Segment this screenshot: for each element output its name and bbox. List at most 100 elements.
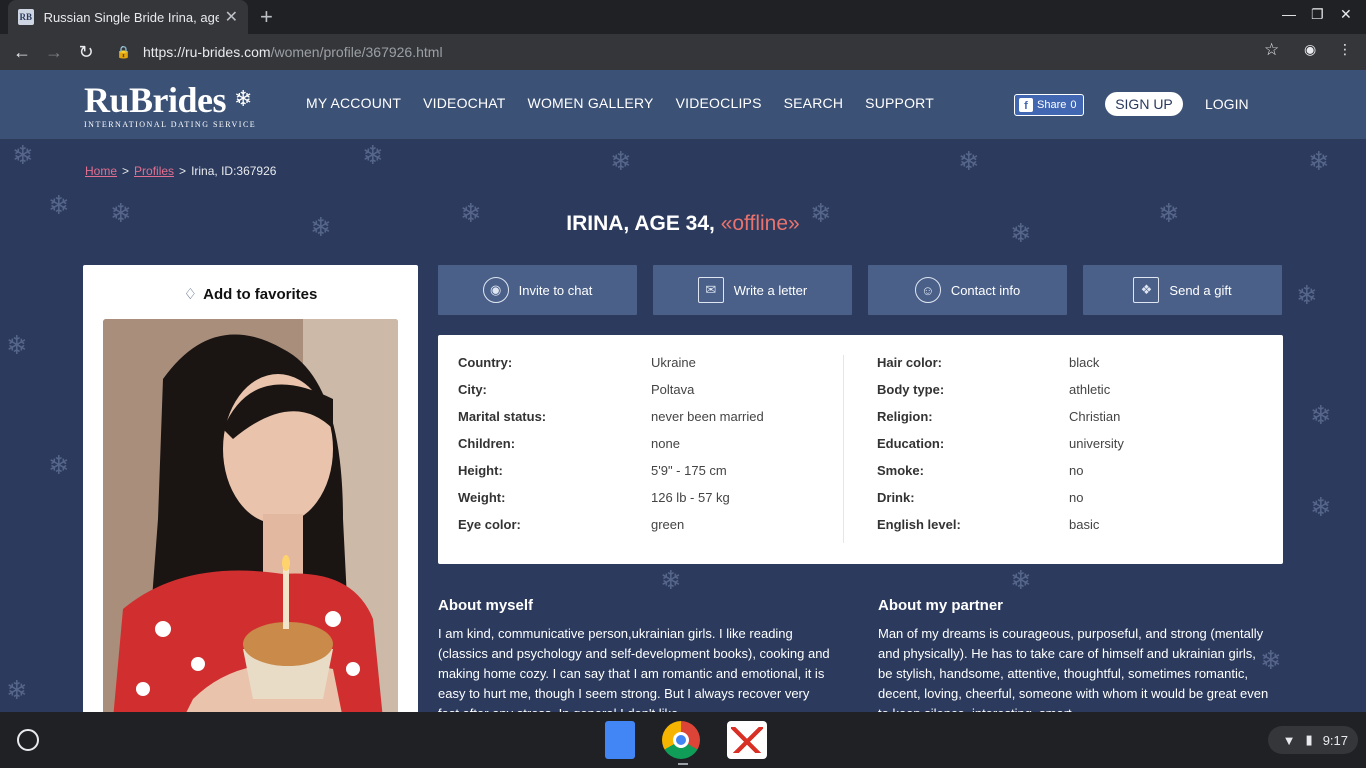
about-myself-text: I am kind, communicative person,ukrainia… (438, 626, 830, 712)
detail-row: Hair color: black (877, 355, 1100, 370)
detail-row: Children: none (458, 436, 680, 451)
chrome-icon[interactable] (662, 721, 700, 759)
snowflake-icon: ❄ (1308, 146, 1330, 176)
profile-photo[interactable] (103, 319, 398, 712)
snowflake-icon: ❄ (1310, 400, 1332, 430)
facebook-share-button[interactable]: f Share 0 (1014, 94, 1084, 116)
about-partner-text: Man of my dreams is courageous, purposef… (878, 626, 1269, 712)
minimize-icon[interactable]: — (1282, 6, 1296, 22)
details-column-right: Hair color: black Body type: athletic Reli… (877, 355, 1124, 544)
detail-row: City: Poltava (458, 382, 695, 397)
nav-videochat[interactable]: VIDEOCHAT (423, 95, 505, 111)
facebook-icon: f (1019, 98, 1033, 112)
browser-tab[interactable]: RB Russian Single Bride Irina, age 34 ✕ (8, 0, 248, 34)
clock: 9:17 (1322, 732, 1348, 748)
detail-row: Religion: Christian (877, 409, 1121, 424)
nav-search[interactable]: SEARCH (784, 95, 844, 111)
browser-tabbar: RB Russian Single Bride Irina, age 34 ✕ … (0, 0, 1366, 34)
breadcrumb-current: Irina, ID:367926 (191, 164, 277, 178)
gmail-icon[interactable] (727, 721, 767, 759)
invite-to-chat-button[interactable]: ◉ Invite to chat (438, 265, 637, 315)
snowflake-icon: ❄ (660, 565, 682, 595)
gift-icon: ❖ (1133, 277, 1160, 303)
details-column-left: Country: Ukraine City: Poltava Marital sta… (458, 355, 764, 544)
snowflake-icon: ❄ (48, 450, 70, 480)
detail-row: Marital status: never been married (458, 409, 764, 424)
snowflake-icon: ❄ (610, 146, 632, 176)
lock-icon: 🔒 (116, 45, 131, 59)
about-partner-heading: About my partner (878, 597, 1004, 614)
snowflake-icon: ❄ (6, 330, 28, 360)
site-header: RuBrides INTERNATIONAL DATING SERVICE ❄ … (0, 70, 1366, 140)
site-favicon-icon: RB (18, 9, 34, 25)
envelope-heart-icon: ✉ (697, 277, 724, 303)
reload-icon[interactable]: ↻ (70, 42, 102, 63)
browser-toolbar: ← → ↻ 🔒 https://ru-brides.com/women/prof… (0, 34, 1366, 70)
detail-row: Eye color: green (458, 517, 685, 532)
snowflake-icon: ❄ (1310, 492, 1332, 522)
menu-icon[interactable]: ⋮ (1338, 41, 1352, 58)
os-taskbar: ▼ ▮ 9:17 (0, 712, 1366, 768)
detail-row: Country: Ukraine (458, 355, 696, 370)
detail-row: Body type: athletic (877, 382, 1111, 397)
breadcrumb-home[interactable]: Home (85, 164, 117, 178)
google-docs-icon[interactable] (605, 721, 635, 759)
profile-title: IRINA, AGE 34, «offline» (566, 212, 800, 235)
nav-women-gallery[interactable]: WOMEN GALLERY (528, 95, 654, 111)
contact-icon: ☺ (914, 277, 941, 303)
url-text: https://ru-brides.com/women/profile/3679… (142, 44, 443, 60)
details-divider (843, 355, 844, 543)
breadcrumb-profiles[interactable]: Profiles (134, 164, 174, 178)
detail-row: Education: university (877, 436, 1124, 451)
contact-info-button[interactable]: ☺ Contact info (868, 265, 1067, 315)
detail-row: Weight: 126 lb - 57 kg (458, 490, 730, 505)
nav-support[interactable]: SUPPORT (865, 95, 934, 111)
site-logo[interactable]: RuBrides INTERNATIONAL DATING SERVICE ❄ (84, 82, 256, 129)
back-icon[interactable]: ← (6, 42, 38, 63)
profile-actions: ◉ Invite to chat ✉ Write a letter ☺ Cont… (438, 265, 1282, 315)
maximize-icon[interactable]: ❐ (1311, 6, 1324, 23)
snowflake-icon: ❄ (1296, 280, 1318, 310)
breadcrumb: Home > Profiles > Irina, ID:367926 (85, 164, 277, 178)
about-myself-section: About myself I am kind, communicative pe… (438, 597, 833, 712)
snowflake-icon: ❄ (12, 140, 34, 170)
system-tray[interactable]: ▼ ▮ 9:17 (1268, 726, 1358, 754)
write-letter-button[interactable]: ✉ Write a letter (653, 265, 852, 315)
snowflake-icon: ❄ (362, 140, 384, 170)
snowflake-logo-icon: ❄ (234, 86, 253, 111)
about-myself-heading: About myself (438, 597, 534, 614)
signup-button[interactable]: SIGN UP (1105, 92, 1183, 116)
main-nav: MY ACCOUNT VIDEOCHAT WOMEN GALLERY VIDEO… (306, 95, 934, 111)
send-gift-button[interactable]: ❖ Send a gift (1083, 265, 1282, 315)
address-bar[interactable]: 🔒 https://ru-brides.com/women/profile/36… (110, 38, 1290, 66)
nav-my-account[interactable]: MY ACCOUNT (306, 95, 401, 111)
close-tab-icon[interactable]: ✕ (225, 7, 238, 27)
status-badge: «offline» (720, 212, 800, 235)
about-partner-section: About my partner Man of my dreams is cou… (878, 597, 1273, 712)
battery-icon: ▮ (1305, 732, 1313, 747)
incognito-icon[interactable]: ◉ (1304, 41, 1316, 58)
detail-row: Drink: no (877, 490, 1084, 505)
forward-icon[interactable]: → (38, 42, 70, 63)
close-window-icon[interactable]: ✕ (1340, 6, 1352, 23)
running-indicator (678, 763, 688, 765)
detail-row: Smoke: no (877, 463, 1084, 478)
snowflake-icon: ❄ (1010, 565, 1032, 595)
detail-row: Height: 5'9" - 175 cm (458, 463, 727, 478)
webcam-icon: ◉ (482, 277, 509, 303)
launcher-icon[interactable] (17, 729, 39, 751)
nav-videoclips[interactable]: VIDEOCLIPS (676, 95, 762, 111)
snowflake-icon: ❄ (6, 675, 28, 705)
tab-title: Russian Single Bride Irina, age 34 (43, 9, 219, 25)
profile-photo-card: ♢ Add to favorites (83, 265, 418, 712)
profile-details: Country: Ukraine City: Poltava Marital sta… (438, 335, 1283, 564)
diamond-icon: ♢ (183, 286, 198, 303)
add-to-favorites-button[interactable]: ♢ Add to favorites (83, 285, 418, 303)
login-link[interactable]: LOGIN (1205, 96, 1249, 112)
new-tab-icon[interactable]: + (260, 4, 273, 30)
profile-photo-illustration (103, 319, 398, 712)
wifi-icon: ▼ (1282, 732, 1296, 748)
detail-row: English level: basic (877, 517, 1100, 532)
bookmark-star-icon[interactable]: ☆ (1264, 40, 1279, 60)
profile-page: ❄ ❄ ❄ ❄ ❄ ❄ ❄ ❄ ❄ ❄ ❄ ❄ ❄ ❄ ❄ ❄ ❄ ❄ ❄ ❄ … (0, 140, 1366, 712)
